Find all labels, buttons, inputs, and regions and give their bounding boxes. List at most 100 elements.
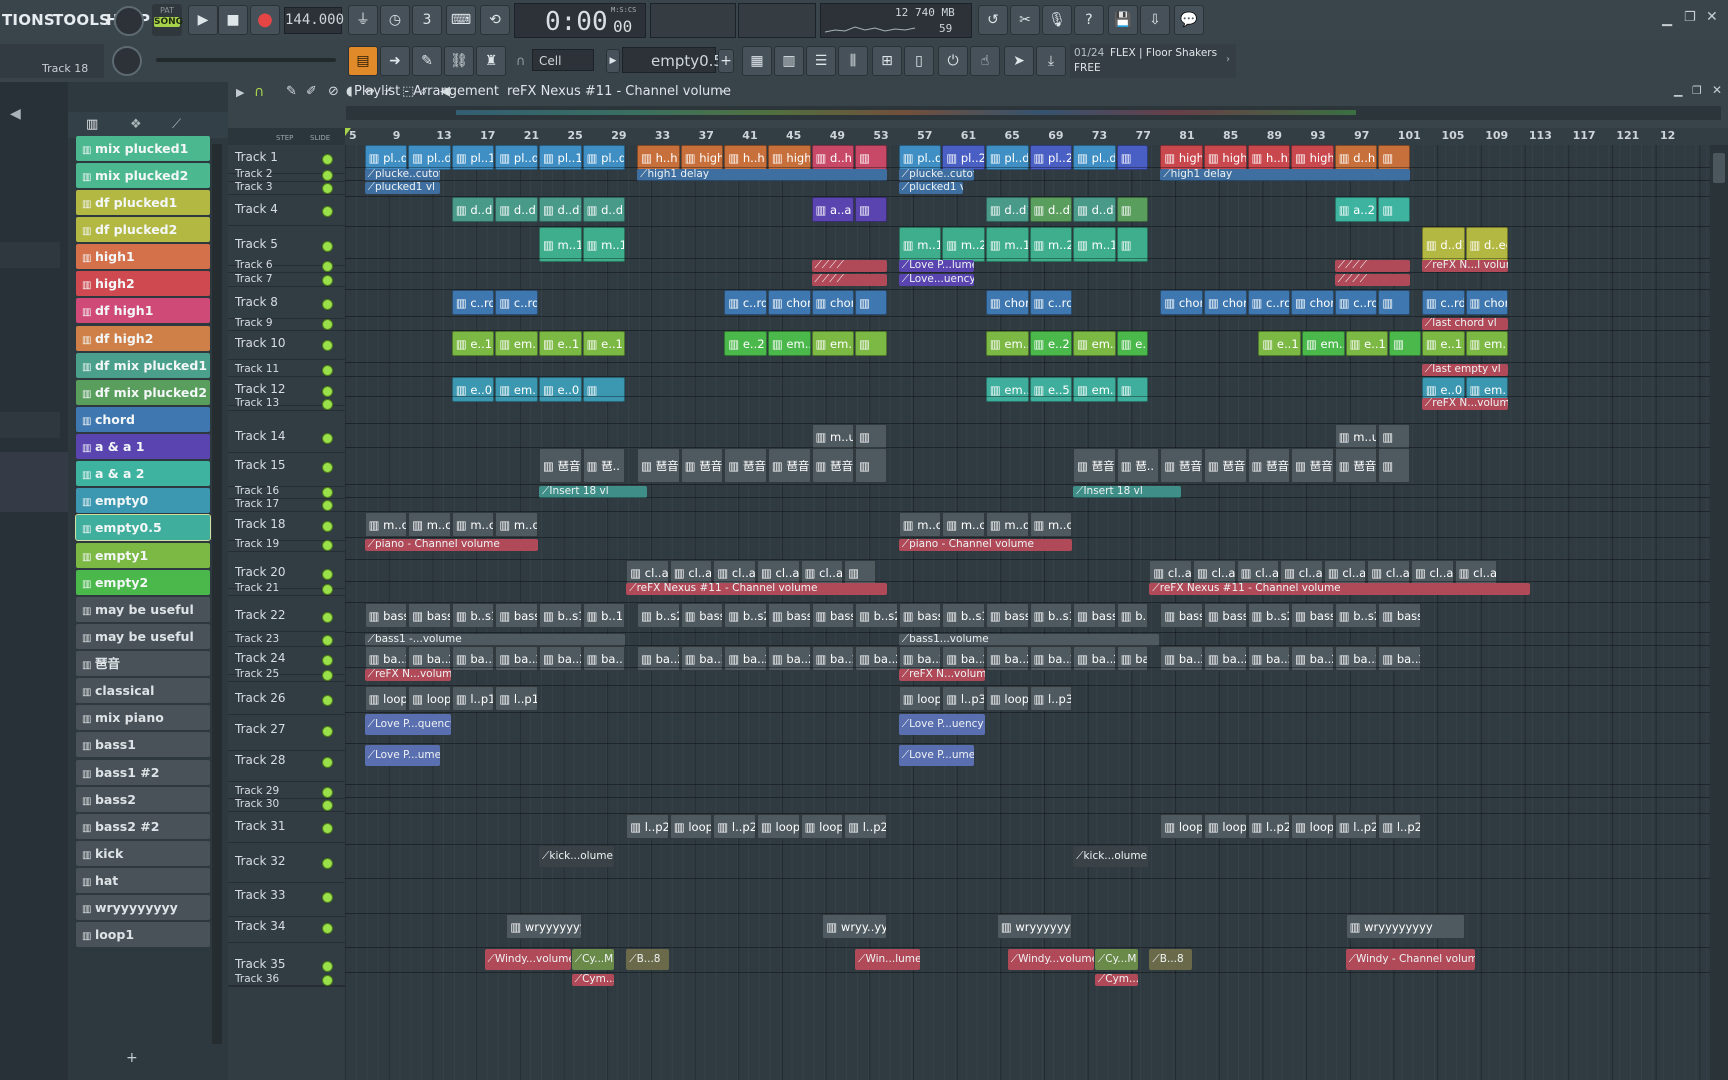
automation-clip[interactable]: ⟋Win...lume xyxy=(855,949,920,970)
automation-icon[interactable]: ⟋ xyxy=(172,117,181,132)
snap-selector[interactable]: Cell xyxy=(532,49,594,71)
pattern-clip[interactable]: ▥ em..1 xyxy=(811,331,855,356)
track-mute-led[interactable] xyxy=(322,170,333,181)
pattern-clip[interactable]: ▥ m..1 xyxy=(1073,227,1116,262)
pattern-clip[interactable]: ▥ d..d1 xyxy=(495,197,538,222)
add-pattern-icon[interactable]: + xyxy=(126,1050,138,1066)
track-mute-led[interactable] xyxy=(322,892,333,903)
pattern-clip[interactable]: ▥ b..s2 xyxy=(855,603,898,628)
countdown-button[interactable]: 3 xyxy=(412,5,442,35)
automation-clip[interactable]: ⟋Cy...M xyxy=(571,949,615,970)
pattern-item[interactable]: ▥ high1 xyxy=(76,244,210,269)
pattern-item[interactable]: ▥ df plucked1 xyxy=(76,190,210,215)
pattern-item[interactable]: ▥ chord xyxy=(76,407,210,432)
pattern-clip[interactable]: ▥ c..rd xyxy=(724,290,767,315)
automation-clip[interactable]: ⟋reFX N...volume xyxy=(364,669,451,681)
pattern-clip[interactable]: ▥ e..1 xyxy=(539,331,582,356)
pattern-clip[interactable]: ▥ b..s1 xyxy=(451,603,495,628)
track-label[interactable]: Track 5 xyxy=(235,237,278,251)
pattern-clip[interactable]: ▥ 琶音 xyxy=(539,448,582,483)
pattern-clip[interactable]: ▥ bass2 xyxy=(811,603,855,628)
track-label[interactable]: Track 34 xyxy=(235,919,285,933)
pattern-clip[interactable]: ▥ 琶.. xyxy=(1116,448,1160,483)
pattern-clip[interactable]: ▥ m..1 xyxy=(898,227,942,262)
pattern-clip[interactable]: ▥ e..1 xyxy=(451,331,495,356)
pattern-item[interactable]: ▥ empty0 xyxy=(76,488,210,513)
pattern-clip[interactable]: ▥ d..d1 xyxy=(985,197,1029,222)
pattern-clip[interactable]: ▥ d..d2 xyxy=(1029,197,1073,222)
track-mute-led[interactable] xyxy=(322,961,333,972)
track-label[interactable]: Track 26 xyxy=(235,691,285,705)
mixer-button[interactable]: ⫼ xyxy=(838,46,868,76)
pattern-clip[interactable]: ▥ m..o xyxy=(898,512,942,537)
track-mute-led[interactable] xyxy=(322,365,333,376)
track-label[interactable]: Track 33 xyxy=(235,888,285,902)
pattern-item[interactable]: ▥ df plucked2 xyxy=(76,217,210,242)
pattern-item[interactable]: ▥ hat xyxy=(76,868,210,893)
waveform-icon[interactable]: ❖ xyxy=(130,117,142,132)
track-label[interactable]: Track 14 xyxy=(235,429,285,443)
track-label[interactable]: Track 10 xyxy=(235,336,285,350)
track-mute-led[interactable] xyxy=(322,339,333,351)
pattern-clip[interactable]: ▥ b..s2 xyxy=(724,603,767,628)
pattern-clip[interactable]: ▥ l..p2 xyxy=(713,814,756,839)
playlist-menu-arrow-icon[interactable]: ▶ xyxy=(236,86,244,99)
pattern-clip[interactable]: ▥ xyxy=(1378,290,1410,315)
project-button[interactable]: ▯ xyxy=(904,46,934,76)
magnet-icon[interactable]: ∩ xyxy=(516,54,526,69)
master-pitch-slider[interactable] xyxy=(156,58,336,62)
link-button[interactable]: ⛓ xyxy=(444,46,474,76)
record-button[interactable]: ● xyxy=(250,5,280,35)
playhead-marker[interactable] xyxy=(345,128,351,136)
pattern-clip[interactable]: ▥ b..s1 xyxy=(1029,603,1073,628)
automation-clip[interactable]: ⟋Insert 18 vl xyxy=(1073,486,1182,498)
track-mute-led[interactable] xyxy=(322,584,333,595)
track-mute-led[interactable] xyxy=(322,399,333,410)
track-mute-led[interactable] xyxy=(322,153,333,165)
track-label[interactable]: Track 27 xyxy=(235,722,285,736)
pattern-clip[interactable]: ▥ xyxy=(1378,424,1410,449)
pattern-clip[interactable]: ▥ l..p2 xyxy=(1334,814,1378,839)
pattern-clip[interactable]: ▥ xyxy=(1378,197,1410,222)
automation-clip[interactable]: ⟋Love P...uency xyxy=(898,714,985,735)
track-mute-led[interactable] xyxy=(322,205,333,217)
pattern-clip[interactable]: ▥ em..5 xyxy=(985,377,1029,402)
touch-button[interactable]: ☝ xyxy=(970,46,1000,76)
pattern-clip[interactable]: ▥ m..o xyxy=(408,512,451,537)
pattern-clip[interactable]: ▥ l..p2 xyxy=(844,814,887,839)
browser-button[interactable]: ⊞ xyxy=(872,46,902,76)
pattern-clip[interactable]: ▥ l..p2 xyxy=(626,814,669,839)
track-mute-led[interactable] xyxy=(322,858,333,869)
browser-item[interactable] xyxy=(0,412,60,438)
pattern-clip[interactable]: ▥ m..o xyxy=(364,512,408,537)
pattern-clip[interactable]: ▥ d..d1 xyxy=(1421,227,1465,262)
pattern-item[interactable]: ▥ kick xyxy=(76,841,210,866)
pattern-clip[interactable]: ▥ m..2 xyxy=(942,227,985,262)
news-panel[interactable]: 01/24 FLEX | Floor Shakers FREE › xyxy=(1070,44,1236,78)
pattern-clip[interactable]: ▥ e..0 xyxy=(539,377,582,402)
pattern-clip[interactable]: ▥ bass1 xyxy=(1073,603,1116,628)
pattern-clip[interactable]: ▥ e..1 xyxy=(1258,331,1301,356)
arrangement-grid[interactable]: ▥ pl..d1 ▥ pl..d1 ▥ pl..1 ▥ pl..d1 ▥ pl..1 ▥ … xyxy=(345,145,1710,1080)
close-icon[interactable]: ✕ xyxy=(1712,83,1722,97)
pattern-clip[interactable]: ▥ d..d1 xyxy=(582,197,626,222)
tempo-tap-button[interactable]: ➤ xyxy=(1004,46,1034,76)
track-mute-led[interactable] xyxy=(322,520,333,532)
mic-button[interactable]: 🎙 xyxy=(1042,5,1072,35)
track-label[interactable]: Track 19 xyxy=(235,538,279,550)
track-label[interactable]: Track 11 xyxy=(235,363,279,375)
pattern-icon[interactable]: ▥ xyxy=(86,117,98,132)
pattern-clip[interactable]: ▥ em..2 xyxy=(1465,331,1509,356)
minimize-icon[interactable]: ▁ xyxy=(1674,84,1682,97)
track-mute-led[interactable] xyxy=(322,757,333,768)
track-mute-led[interactable] xyxy=(322,726,333,737)
horizontal-scrollbar[interactable] xyxy=(346,106,1721,120)
track-mute-led[interactable] xyxy=(322,694,333,706)
automation-clip[interactable]: ⟋⟋⟋⟋ xyxy=(811,274,887,286)
automation-clip[interactable]: ⟋Windy...volume xyxy=(1007,949,1094,970)
track-label[interactable]: Track 22 xyxy=(235,608,285,622)
pattern-clip[interactable]: ▥ em..2 xyxy=(1302,331,1345,356)
pattern-item[interactable]: ▥ df high1 xyxy=(76,298,210,323)
pattern-clip[interactable]: ▥ m..o xyxy=(985,512,1029,537)
pattern-clip[interactable]: ▥ bass2 xyxy=(767,603,811,628)
